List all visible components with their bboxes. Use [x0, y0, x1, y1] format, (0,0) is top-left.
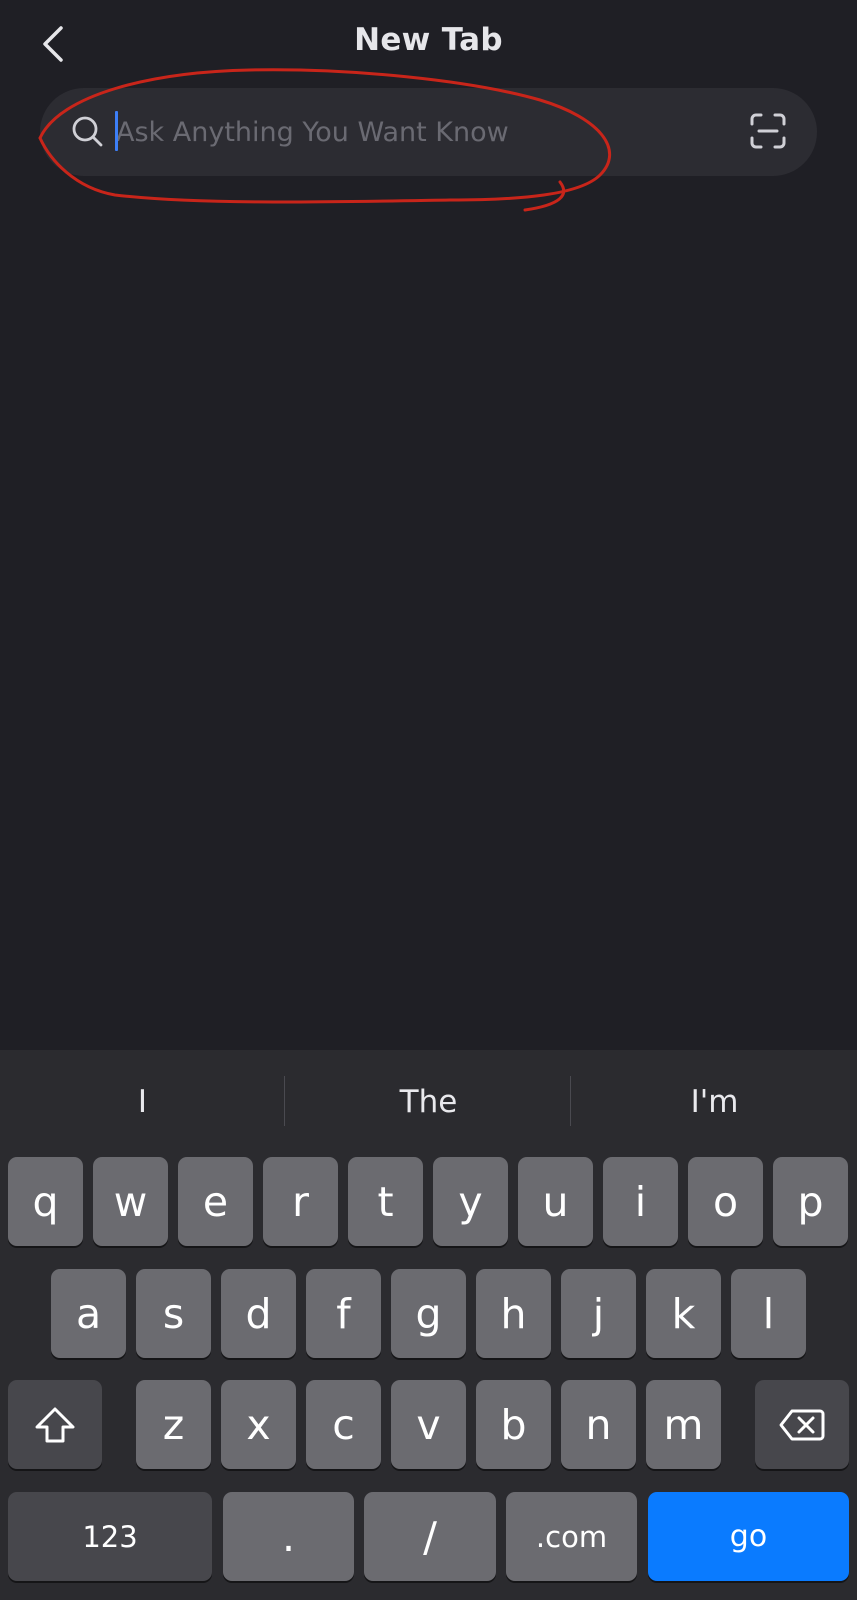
suggestion-divider: [570, 1076, 571, 1126]
key-f[interactable]: f: [306, 1269, 381, 1358]
backspace-icon: [779, 1409, 825, 1440]
shift-icon: [35, 1407, 75, 1442]
key-o[interactable]: o: [688, 1157, 763, 1246]
search-icon: [72, 116, 103, 147]
key-e[interactable]: e: [178, 1157, 253, 1246]
key-s[interactable]: s: [136, 1269, 211, 1358]
key-k[interactable]: k: [646, 1269, 721, 1358]
key-l[interactable]: l: [731, 1269, 806, 1358]
key-p[interactable]: p: [773, 1157, 848, 1246]
numbers-key[interactable]: 123: [8, 1492, 212, 1581]
suggestion-item[interactable]: I: [0, 1050, 285, 1154]
key-a[interactable]: a: [51, 1269, 126, 1358]
scan-button[interactable]: [748, 111, 788, 151]
screen: New Tab I The I'm q w: [0, 0, 857, 1600]
keyboard: I The I'm q w e r t y u i o p a s d f g …: [0, 1050, 857, 1600]
suggestion-item[interactable]: The: [286, 1050, 571, 1154]
scan-icon: [750, 113, 786, 149]
backspace-key[interactable]: [755, 1380, 849, 1469]
dotcom-key[interactable]: .com: [506, 1492, 637, 1581]
search-input[interactable]: [114, 109, 694, 155]
page-title: New Tab: [354, 22, 503, 58]
suggestion-bar: I The I'm: [0, 1050, 857, 1154]
key-h[interactable]: h: [476, 1269, 551, 1358]
suggestion-item[interactable]: I'm: [572, 1050, 857, 1154]
key-d[interactable]: d: [221, 1269, 296, 1358]
key-z[interactable]: z: [136, 1380, 211, 1469]
shift-key[interactable]: [8, 1380, 102, 1469]
key-x[interactable]: x: [221, 1380, 296, 1469]
key-i[interactable]: i: [603, 1157, 678, 1246]
key-t[interactable]: t: [348, 1157, 423, 1246]
text-caret: [115, 111, 118, 151]
key-g[interactable]: g: [391, 1269, 466, 1358]
key-y[interactable]: y: [433, 1157, 508, 1246]
slash-key[interactable]: /: [364, 1492, 496, 1581]
key-c[interactable]: c: [306, 1380, 381, 1469]
key-j[interactable]: j: [561, 1269, 636, 1358]
key-q[interactable]: q: [8, 1157, 83, 1246]
go-button[interactable]: go: [648, 1492, 849, 1581]
suggestion-divider: [284, 1076, 285, 1126]
period-key[interactable]: .: [223, 1492, 354, 1581]
key-b[interactable]: b: [476, 1380, 551, 1469]
key-w[interactable]: w: [93, 1157, 168, 1246]
key-r[interactable]: r: [263, 1157, 338, 1246]
key-u[interactable]: u: [518, 1157, 593, 1246]
key-v[interactable]: v: [391, 1380, 466, 1469]
key-m[interactable]: m: [646, 1380, 721, 1469]
header: New Tab: [0, 0, 857, 86]
key-n[interactable]: n: [561, 1380, 636, 1469]
